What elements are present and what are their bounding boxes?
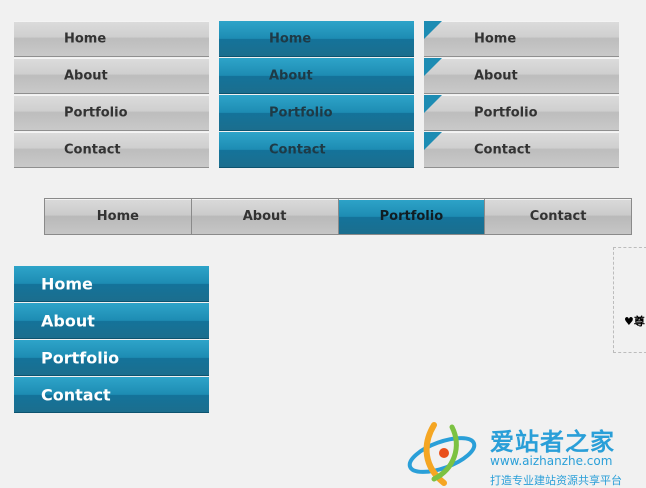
large-blue-vertical-menu: Home About Portfolio Contact <box>14 266 209 414</box>
menu1-item-portfolio[interactable]: Portfolio <box>14 95 209 131</box>
menu4-item-contact[interactable]: Contact <box>14 377 209 413</box>
horizontal-menu: Home About Portfolio Contact <box>44 198 632 235</box>
menu1-item-home[interactable]: Home <box>14 21 209 57</box>
hmenu-item-home[interactable]: Home <box>45 199 192 234</box>
site-watermark: 爱站者之家 www.aizhanzhe.com 打造专业建站资源共享平台 <box>404 417 646 487</box>
watermark-subtitle: 打造专业建站资源共享平台 <box>490 474 622 487</box>
gray-vertical-menu: Home About Portfolio Contact <box>14 21 209 169</box>
menu2-item-about[interactable]: About <box>219 58 414 94</box>
menu3-item-contact[interactable]: Contact <box>424 132 619 168</box>
side-notice-box: ♥尊 <box>613 247 646 353</box>
menu3-item-about[interactable]: About <box>424 58 619 94</box>
watermark-title: 爱站者之家 <box>490 428 615 456</box>
swirl-logo-icon <box>407 422 477 486</box>
menu2-item-portfolio[interactable]: Portfolio <box>219 95 414 131</box>
hmenu-item-contact[interactable]: Contact <box>485 199 631 234</box>
menu4-item-portfolio[interactable]: Portfolio <box>14 340 209 376</box>
menu3-item-home[interactable]: Home <box>424 21 619 57</box>
menu2-item-contact[interactable]: Contact <box>219 132 414 168</box>
menu4-item-home[interactable]: Home <box>14 266 209 302</box>
hmenu-item-portfolio[interactable]: Portfolio <box>338 199 486 234</box>
side-notice-text: ♥尊 <box>624 315 645 328</box>
menu1-item-about[interactable]: About <box>14 58 209 94</box>
corner-accent-vertical-menu: Home About Portfolio Contact <box>424 21 619 169</box>
menu1-item-contact[interactable]: Contact <box>14 132 209 168</box>
blue-vertical-menu: Home About Portfolio Contact <box>219 21 414 169</box>
menu4-item-about[interactable]: About <box>14 303 209 339</box>
hmenu-item-about[interactable]: About <box>191 199 339 234</box>
menu2-item-home[interactable]: Home <box>219 21 414 57</box>
watermark-url: www.aizhanzhe.com <box>490 454 613 468</box>
menu3-item-portfolio[interactable]: Portfolio <box>424 95 619 131</box>
